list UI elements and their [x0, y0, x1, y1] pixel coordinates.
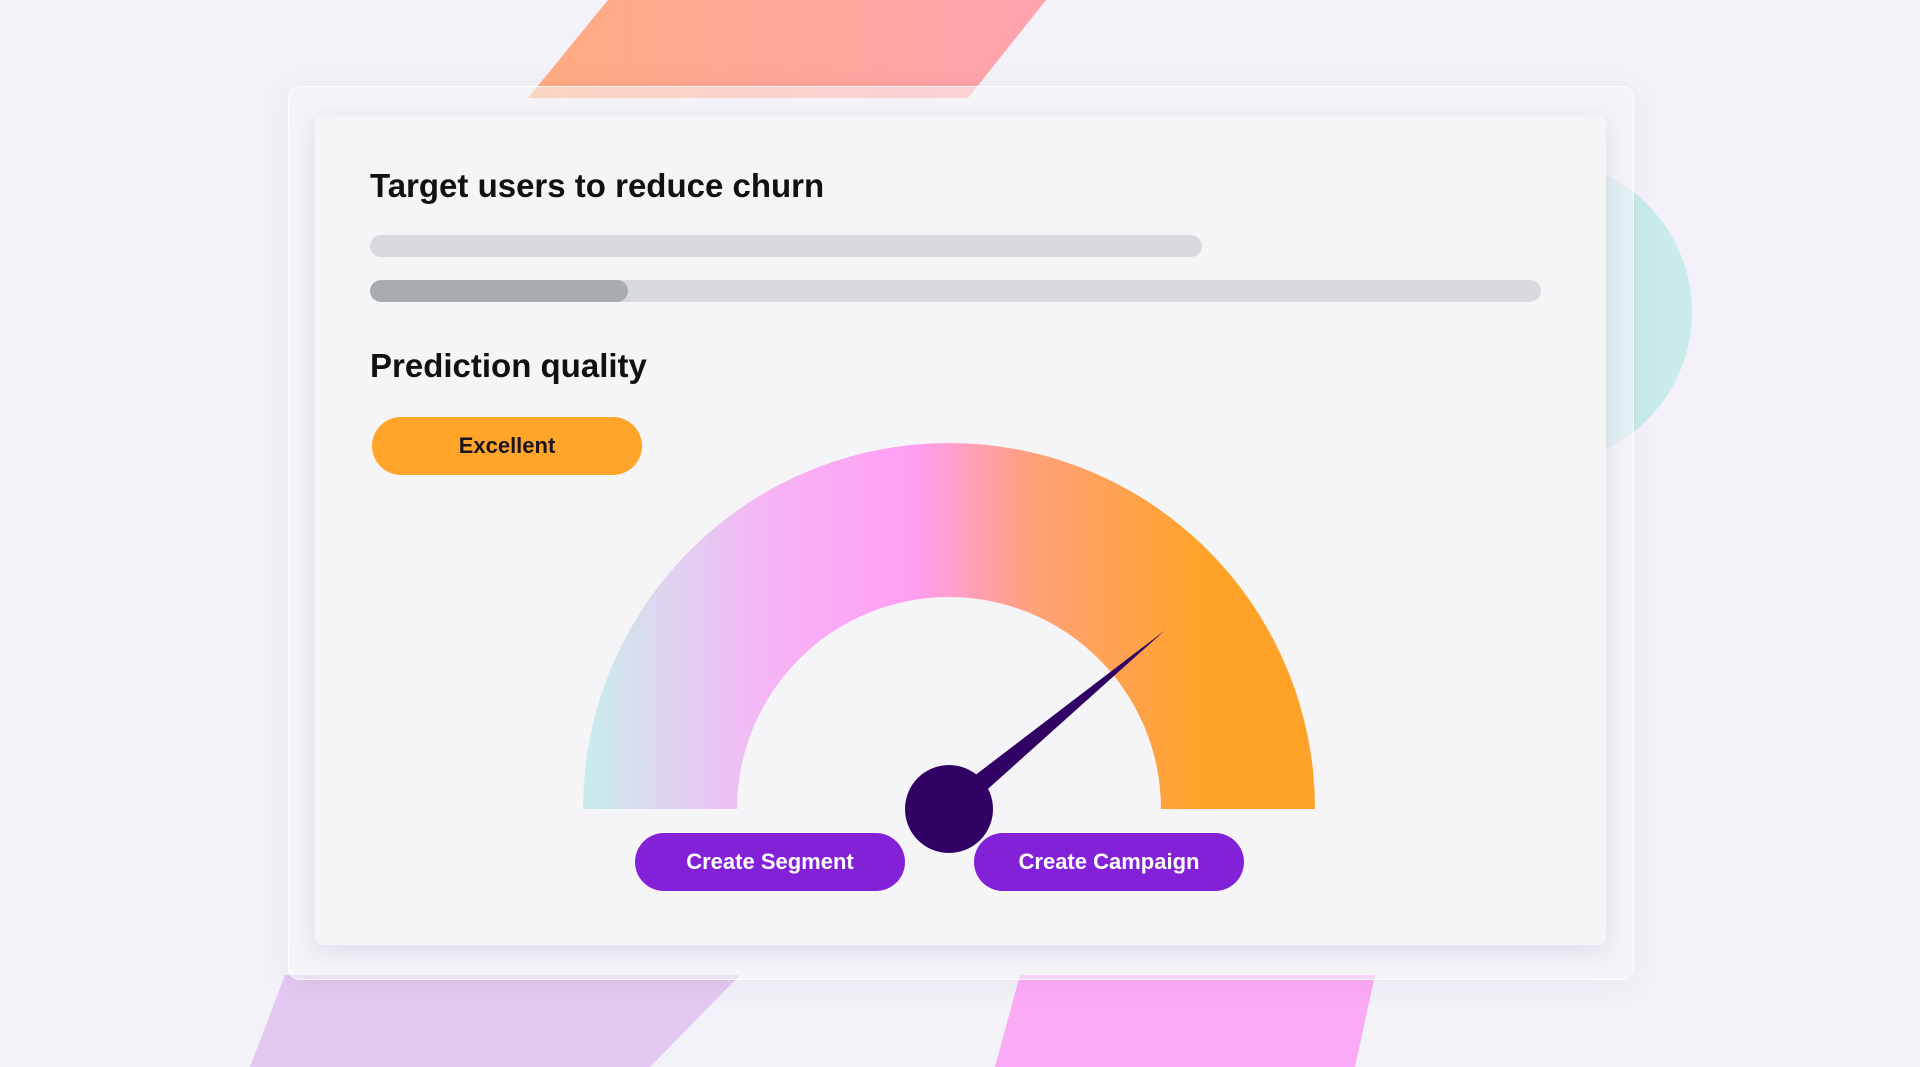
bg-band-top	[528, 0, 1046, 98]
bg-band-bottom-left	[250, 975, 740, 1067]
gauge-arc	[583, 443, 1315, 809]
progress-bar-fill	[370, 280, 628, 302]
create-campaign-button[interactable]: Create Campaign	[974, 833, 1244, 891]
card-title: Target users to reduce churn	[370, 167, 825, 204]
create-segment-button[interactable]: Create Segment	[635, 833, 905, 891]
prediction-card: Target users to reduce churn Prediction …	[315, 115, 1606, 945]
gauge-needle-hub	[905, 765, 993, 853]
placeholder-bar	[370, 235, 1202, 257]
bg-band-bottom-right	[995, 975, 1375, 1067]
progress-bar	[370, 280, 1541, 302]
prediction-quality-heading: Prediction quality	[370, 347, 647, 384]
